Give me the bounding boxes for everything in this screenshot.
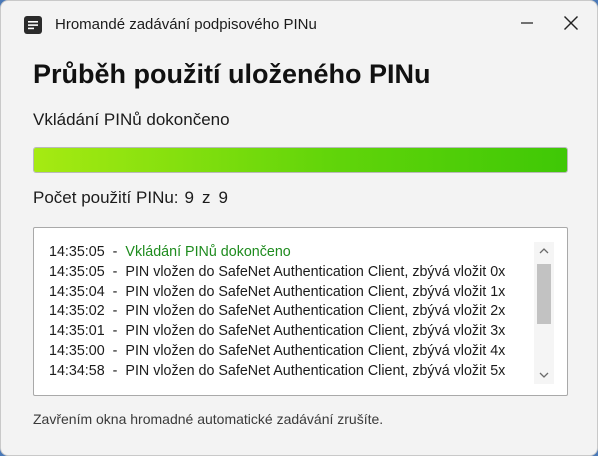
title-bar[interactable]: Hromandé zadávání podpisového PINu bbox=[1, 1, 597, 49]
log-entry: 14:34:58- PIN vložen do SafeNet Authentic… bbox=[49, 362, 529, 382]
chevron-down-icon bbox=[539, 366, 549, 384]
minimize-button[interactable] bbox=[507, 9, 547, 41]
chevron-up-icon bbox=[539, 242, 549, 260]
log-entry-message: PIN vložen do SafeNet Authentication Cli… bbox=[125, 342, 506, 359]
log-entry-time: 14:35:01 bbox=[49, 323, 105, 340]
pin-dialog-window: Hromandé zadávání podpisového PINu Průbě… bbox=[0, 0, 598, 456]
log-entry-separator: - bbox=[112, 244, 118, 260]
page-title: Průběh použití uloženého PINu bbox=[33, 59, 431, 89]
close-button[interactable] bbox=[551, 9, 591, 41]
log-entry-separator: - bbox=[112, 362, 118, 379]
log-entry-separator: - bbox=[112, 283, 118, 300]
log-entry: 14:35:02- PIN vložen do SafeNet Authentic… bbox=[49, 302, 529, 322]
log-entry-message: PIN vložen do SafeNet Authentication Cli… bbox=[125, 283, 506, 300]
log-entry-time: 14:35:04 bbox=[49, 283, 105, 300]
usage-counter-of: z bbox=[202, 188, 211, 207]
progress-bar-fill bbox=[34, 148, 567, 172]
log-list[interactable]: 14:35:05- Vkládání PINů dokončeno 14:35:05… bbox=[33, 227, 568, 396]
status-text: Vkládání PINů dokončeno bbox=[33, 110, 230, 129]
scrollbar-thumb[interactable] bbox=[537, 264, 551, 324]
log-entry-time: 14:35:05 bbox=[49, 263, 105, 280]
log-entry-message: PIN vložen do SafeNet Authentication Cli… bbox=[125, 263, 506, 280]
window-title: Hromandé zadávání podpisového PINu bbox=[55, 16, 317, 33]
scroll-up-button[interactable] bbox=[534, 242, 554, 260]
scroll-down-button[interactable] bbox=[534, 366, 554, 384]
log-entry: 14:35:00- PIN vložen do SafeNet Authentic… bbox=[49, 342, 529, 362]
log-entry-time: 14:34:58 bbox=[49, 362, 105, 379]
usage-counter: Počet použití PINu: 9 z 9 bbox=[33, 188, 228, 208]
log-entry-time: 14:35:02 bbox=[49, 303, 105, 320]
log-entry-separator: - bbox=[112, 342, 118, 359]
notepad-icon bbox=[23, 15, 43, 35]
log-entry-time: 14:35:00 bbox=[49, 342, 105, 359]
minimize-icon bbox=[520, 16, 534, 35]
log-entry-message: Vkládání PINů dokončeno bbox=[125, 244, 291, 260]
progress-bar bbox=[33, 147, 568, 173]
usage-counter-total: 9 bbox=[218, 188, 228, 207]
footer-note: Zavřením okna hromadné automatické zadáv… bbox=[33, 411, 384, 427]
log-entry-separator: - bbox=[112, 303, 118, 320]
log-entry-message: PIN vložen do SafeNet Authentication Cli… bbox=[125, 323, 506, 340]
usage-counter-used: 9 bbox=[184, 188, 194, 207]
log-entry-separator: - bbox=[112, 263, 118, 280]
close-icon bbox=[563, 15, 579, 36]
log-entry-message: PIN vložen do SafeNet Authentication Cli… bbox=[125, 362, 506, 379]
log-entry: 14:35:04- PIN vložen do SafeNet Authentic… bbox=[49, 283, 529, 303]
log-scrollbar[interactable] bbox=[534, 242, 554, 384]
log-entry: 14:35:05- Vkládání PINů dokončeno bbox=[49, 243, 529, 263]
log-entry: 14:35:05- PIN vložen do SafeNet Authentic… bbox=[49, 263, 529, 283]
usage-counter-label: Počet použití PINu: bbox=[33, 188, 179, 207]
log-entry-message: PIN vložen do SafeNet Authentication Cli… bbox=[125, 303, 506, 320]
log-entry-time: 14:35:05 bbox=[49, 244, 105, 260]
log-lines: 14:35:05- Vkládání PINů dokončeno 14:35:05… bbox=[49, 243, 529, 382]
log-entry: 14:35:01- PIN vložen do SafeNet Authentic… bbox=[49, 322, 529, 342]
log-entry-separator: - bbox=[112, 323, 118, 340]
